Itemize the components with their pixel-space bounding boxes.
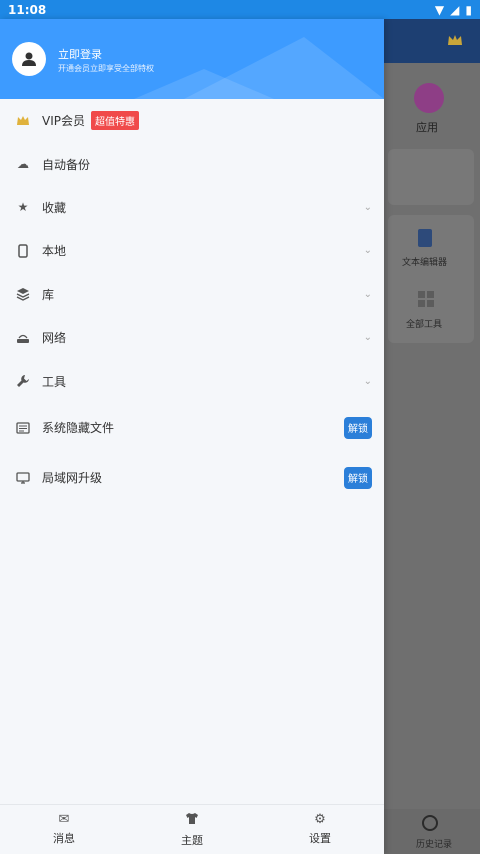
menu-label: 局域网升级 — [42, 471, 103, 486]
shirt-icon — [185, 812, 199, 828]
menu-label: 工具 — [42, 374, 67, 389]
menu-label: 库 — [42, 287, 55, 302]
background-app: 应用 文本编辑器 全部工具 历史记录 — [384, 19, 480, 854]
wifi-icon: ▼ — [434, 2, 445, 17]
user-icon — [22, 52, 36, 66]
footer-theme-button[interactable]: 主题 — [128, 805, 256, 854]
battery-icon: ▮ — [465, 2, 472, 17]
drawer-footer: ✉ 消息 主题 ⚙ 设置 — [0, 804, 384, 854]
menu-label: 自动备份 — [42, 157, 91, 172]
crown-icon — [16, 114, 30, 128]
navigation-drawer: 立即登录 开通会员立即享受全部特权 VIP会员 超值特惠 ☁ 自动备份 ★ 收藏… — [0, 19, 384, 854]
unlock-button[interactable]: 解锁 — [344, 416, 372, 439]
footer-messages-button[interactable]: ✉ 消息 — [0, 805, 128, 854]
login-subtitle: 开通会员立即享受全部特权 — [58, 64, 154, 73]
chevron-down-icon: ⌄ — [363, 201, 372, 213]
menu-item-favorites[interactable]: ★ 收藏 ⌄ — [0, 186, 384, 229]
document-icon — [418, 229, 432, 247]
background-header — [384, 19, 480, 63]
cloud-icon: ☁ — [17, 157, 29, 172]
gear-icon: ⚙ — [314, 812, 326, 827]
grid-icon — [418, 291, 434, 307]
signal-icon: ◢ — [450, 2, 460, 17]
menu-item-hidden-files[interactable]: 系统隐藏文件 解锁 — [0, 403, 384, 453]
hidden-file-icon — [16, 421, 30, 435]
menu-label: VIP会员 — [42, 114, 85, 129]
menu-label: 收藏 — [42, 200, 67, 215]
footer-label: 设置 — [309, 832, 331, 845]
chevron-down-icon: ⌄ — [363, 288, 372, 300]
app-label: 应用 — [416, 121, 438, 134]
tool-all-tools-label: 全部工具 — [406, 320, 443, 330]
monitor-icon — [16, 471, 30, 485]
chevron-down-icon: ⌄ — [363, 375, 372, 387]
promo-badge: 超值特惠 — [91, 111, 139, 131]
unlock-button[interactable]: 解锁 — [344, 466, 372, 489]
android-app-icon — [414, 83, 444, 113]
chevron-down-icon: ⌄ — [363, 332, 372, 344]
wrench-icon — [16, 374, 30, 388]
menu-label: 本地 — [42, 244, 67, 259]
phone-icon — [16, 244, 30, 258]
footer-settings-button[interactable]: ⚙ 设置 — [256, 805, 384, 854]
history-label: 历史记录 — [416, 840, 453, 850]
menu-item-tools[interactable]: 工具 ⌄ — [0, 359, 384, 402]
menu-item-local[interactable]: 本地 ⌄ — [0, 229, 384, 272]
login-title[interactable]: 立即登录 — [58, 46, 102, 62]
avatar[interactable] — [12, 42, 46, 76]
tool-text-editor-label: 文本编辑器 — [402, 258, 448, 268]
footer-label: 主题 — [181, 833, 203, 847]
drawer-menu: VIP会员 超值特惠 ☁ 自动备份 ★ 收藏 ⌄ 本地 ⌄ 库 ⌄ 网络 ⌄ 工… — [0, 99, 384, 503]
menu-label: 网络 — [42, 331, 67, 346]
star-icon: ★ — [17, 200, 29, 215]
chevron-down-icon: ⌄ — [363, 245, 372, 257]
background-card — [388, 149, 474, 205]
clock-icon — [422, 815, 438, 831]
status-time: 11:08 — [8, 2, 47, 17]
menu-item-lan-upgrade[interactable]: 局域网升级 解锁 — [0, 453, 384, 503]
status-bar: 11:08 ▼ ◢ ▮ — [0, 0, 480, 19]
router-icon — [16, 331, 30, 345]
menu-item-network[interactable]: 网络 ⌄ — [0, 316, 384, 359]
footer-label: 消息 — [53, 832, 75, 845]
menu-item-auto-backup[interactable]: ☁ 自动备份 — [0, 142, 384, 185]
crown-icon — [448, 35, 462, 45]
mail-icon: ✉ — [58, 812, 70, 827]
drawer-header[interactable]: 立即登录 开通会员立即享受全部特权 — [0, 19, 384, 99]
menu-item-vip[interactable]: VIP会员 超值特惠 — [0, 99, 384, 142]
layers-icon — [16, 287, 30, 301]
menu-item-library[interactable]: 库 ⌄ — [0, 273, 384, 316]
menu-label: 系统隐藏文件 — [42, 421, 115, 436]
